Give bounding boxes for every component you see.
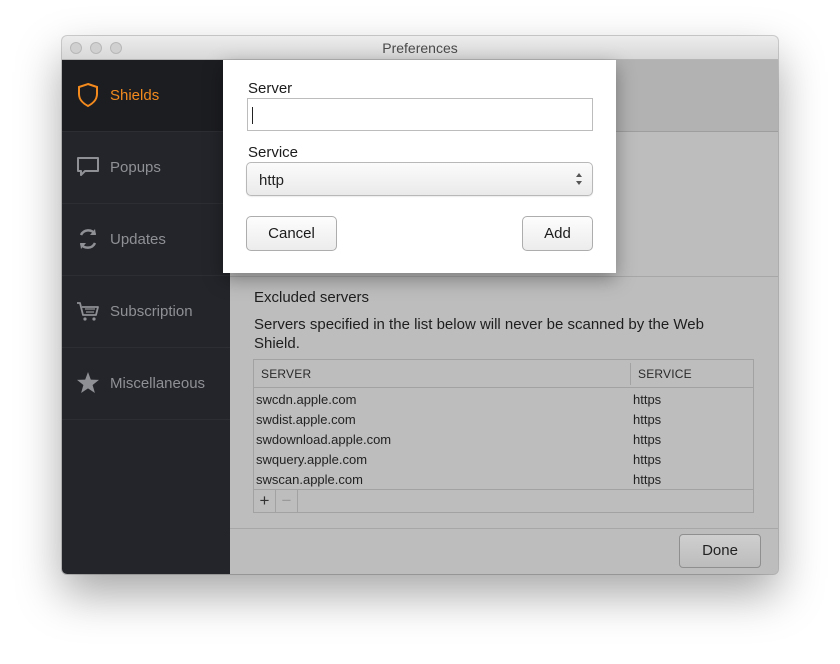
table-row[interactable]: swdownload.apple.com https: [254, 429, 753, 449]
server-cell: swdist.apple.com: [256, 412, 356, 427]
cart-icon: [77, 302, 99, 321]
service-cell: https: [633, 392, 662, 407]
table-row[interactable]: swscan.apple.com https: [254, 469, 753, 489]
column-divider[interactable]: [630, 363, 631, 385]
table-row[interactable]: swcdn.apple.com https: [254, 389, 753, 409]
service-cell: https: [633, 472, 662, 487]
sidebar-item-shields[interactable]: Shields: [62, 60, 230, 132]
service-cell: https: [633, 452, 662, 467]
sidebar-item-subscription[interactable]: Subscription: [62, 276, 230, 348]
excluded-servers-description: Servers specified in the list below will…: [254, 316, 704, 352]
cancel-button[interactable]: Cancel: [246, 216, 337, 251]
table-header: SERVER SERVICE: [254, 360, 753, 388]
server-label: Server: [248, 80, 293, 97]
column-header-server[interactable]: SERVER: [261, 367, 311, 381]
server-cell: swquery.apple.com: [256, 452, 368, 467]
done-button[interactable]: Done: [679, 534, 761, 568]
title-bar: Preferences: [62, 36, 778, 60]
service-select[interactable]: http: [246, 162, 593, 196]
service-cell: https: [633, 412, 662, 427]
server-cell: swcdn.apple.com: [256, 392, 357, 407]
sidebar-item-label: Updates: [110, 231, 166, 248]
sidebar: Shields Popups Updates Subscription Misc…: [62, 60, 230, 574]
bottom-bar: Done: [230, 528, 778, 574]
remove-row-button[interactable]: −: [276, 490, 298, 512]
add-server-dialog: Server Service http Cancel Add: [223, 60, 616, 273]
service-label: Service: [248, 144, 299, 161]
window-title: Preferences: [382, 40, 458, 56]
sidebar-item-updates[interactable]: Updates: [62, 204, 230, 276]
add-row-button[interactable]: +: [254, 490, 276, 512]
service-cell: https: [633, 432, 662, 447]
star-icon: [77, 372, 99, 393]
server-input[interactable]: [247, 98, 593, 131]
sidebar-item-popups[interactable]: Popups: [62, 132, 230, 204]
shield-icon: [78, 82, 98, 108]
sidebar-item-label: Popups: [110, 159, 161, 176]
column-header-service[interactable]: SERVICE: [638, 367, 692, 381]
updown-arrows-icon: [576, 173, 582, 185]
sidebar-item-label: Shields: [110, 87, 160, 104]
text-cursor: [252, 107, 253, 124]
speech-bubble-icon: [77, 157, 99, 176]
sidebar-item-label: Miscellaneous: [110, 375, 206, 392]
excluded-servers-table[interactable]: SERVER SERVICE swcdn.apple.com https swd…: [253, 359, 754, 513]
sidebar-item-label: Subscription: [110, 303, 193, 320]
sidebar-item-miscellaneous[interactable]: Miscellaneous: [62, 348, 230, 420]
section-divider: [230, 276, 778, 277]
table-row[interactable]: swquery.apple.com https: [254, 449, 753, 469]
service-select-value: http: [259, 172, 285, 189]
server-cell: swscan.apple.com: [256, 472, 363, 487]
table-row[interactable]: swdist.apple.com https: [254, 409, 753, 429]
refresh-icon: [79, 229, 97, 249]
table-footer: + −: [254, 489, 753, 512]
excluded-servers-title: Excluded servers: [254, 289, 370, 306]
add-button[interactable]: Add: [522, 216, 593, 251]
server-cell: swdownload.apple.com: [256, 432, 392, 447]
